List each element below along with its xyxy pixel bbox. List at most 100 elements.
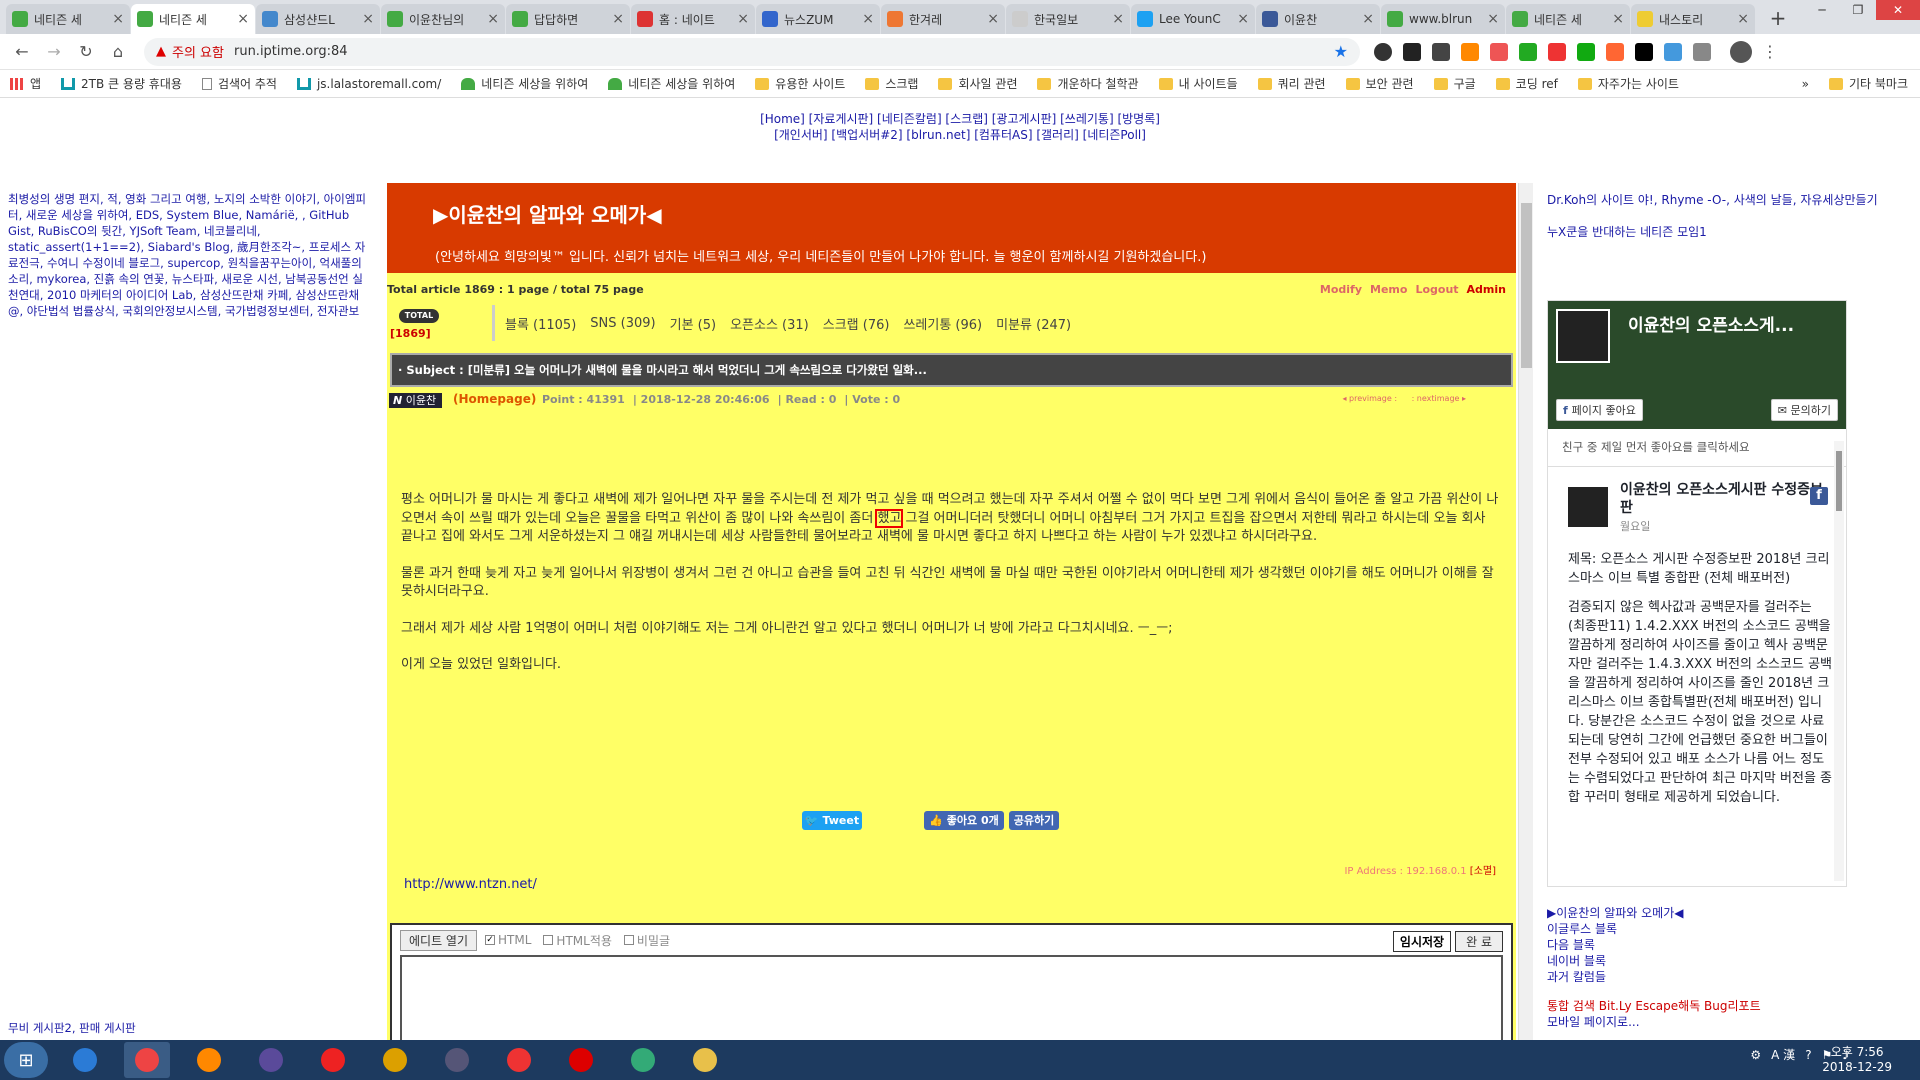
taskbar-app[interactable] [496,1042,542,1078]
tab-close-icon[interactable]: × [737,11,749,27]
fb-post-author[interactable]: 이윤찬의 오픈소스게시판 수정증보판 [1620,481,1832,517]
bookmark-item[interactable]: 쿼리 관련 [1257,75,1326,92]
taskbar-app[interactable] [558,1042,604,1078]
glasses-icon[interactable] [1403,42,1421,61]
profile-avatar[interactable] [1730,40,1752,63]
browser-tab[interactable]: 답답하면 × [506,4,630,34]
category-link[interactable]: 미분류 (247) [996,314,1071,333]
fb-page-name[interactable]: 이윤찬의 오픈소스게... [1628,311,1794,336]
fb-scrollbar-thumb[interactable] [1836,451,1842,511]
post-url-link[interactable]: http://www.ntzn.net/ [404,877,537,892]
rss-icon[interactable] [1461,42,1479,61]
browser-menu-icon[interactable]: ⋮ [1762,42,1778,61]
right-bottom-link[interactable]: 다음 블록 [1547,937,1907,953]
extension-icon[interactable] [1548,42,1566,61]
category-link[interactable]: 스크랩 (76) [823,314,890,333]
right-links-2[interactable]: 누X쿤을 반대하는 네티즌 모임1 [1547,223,1907,241]
tab-close-icon[interactable]: × [487,11,499,27]
browser-tab[interactable]: www.blrun × [1381,4,1505,34]
taskbar-app[interactable] [372,1042,418,1078]
top-nav-line-1[interactable]: [Home] [자료게시판] [네티즌칼럼] [스크랩] [광고게시판] [쓰레… [0,111,1920,127]
taskbar-app[interactable] [682,1042,728,1078]
extension-icon[interactable] [1577,42,1595,61]
taskbar-app[interactable] [186,1042,232,1078]
left-link-list[interactable]: 최병성의 생명 편지, 적, 영화 그리고 여행, 노지의 소박한 이야기, 아… [8,191,368,319]
bookmark-star-icon[interactable]: ★ [1334,42,1348,61]
total-badge[interactable]: TOTAL [399,309,439,323]
window-close-button[interactable]: ✕ [1876,0,1920,20]
browser-tab[interactable]: 이윤찬 × [1256,4,1380,34]
bookmark-item[interactable]: 앱 [10,75,41,92]
tab-close-icon[interactable]: × [612,11,624,27]
left-footer-links[interactable]: 무비 게시판2, 판매 게시판 [8,1020,136,1036]
tab-close-icon[interactable]: × [362,11,374,27]
page-scrollbar[interactable] [1518,183,1533,1040]
admin-link-admin[interactable]: Admin [1467,283,1506,296]
utility-links[interactable]: 통합 검색 Bit.Ly Escape해독 Bug리포트 [1547,998,1907,1014]
mobile-page-link[interactable]: 모바일 페이지로... [1547,1014,1907,1030]
browser-tab[interactable]: 삼성샨드L × [256,4,380,34]
comment-textarea[interactable] [400,955,1503,1040]
bookmark-item[interactable]: 스크랩 [865,75,918,92]
extension-icon[interactable] [1432,42,1450,61]
top-nav-line-2[interactable]: [개인서버] [백업서버#2] [blrun.net] [컴퓨터AS] [갤러리… [0,127,1920,143]
bookmark-item[interactable]: 검색어 추적 [201,75,277,92]
tab-close-icon[interactable]: × [987,11,999,27]
bookmark-item[interactable]: js.lalastoremall.com/ [296,77,441,91]
restore-button[interactable]: ❐ [1840,0,1876,20]
right-bottom-link[interactable]: 이글루스 블록 [1547,921,1907,937]
tab-close-icon[interactable]: × [1362,11,1374,27]
fb-message-button[interactable]: ✉ 문의하기 [1770,399,1838,421]
tab-close-icon[interactable]: × [237,11,249,27]
right-bottom-link[interactable]: ▶이윤찬의 알파와 오메가◀ [1547,905,1907,921]
taskbar-app[interactable] [248,1042,294,1078]
reload-button[interactable]: ↻ [72,38,100,66]
bookmark-item[interactable]: 코딩 ref [1495,75,1558,92]
category-link[interactable]: SNS (309) [590,316,655,331]
tweet-button[interactable]: 🐦 Tweet [802,811,862,830]
home-button[interactable]: ⌂ [104,38,132,66]
facebook-share-button[interactable]: 공유하기 [1009,811,1059,830]
tab-close-icon[interactable]: × [862,11,874,27]
bookmark-item[interactable]: 개운하다 철학관 [1037,75,1139,92]
tab-close-icon[interactable]: × [1237,11,1249,27]
page-profile-picture[interactable] [1556,309,1610,363]
network-icon[interactable]: ⚙ [1750,1048,1761,1062]
browser-tab[interactable]: 네티즌 세 × [131,4,255,34]
taskbar-app[interactable] [434,1042,480,1078]
next-link[interactable]: : nextimage ▸ [1412,394,1466,403]
right-links-1[interactable]: Dr.Koh의 사이트 야!, Rhyme -O-, 사색의 날들, 자유세상만… [1547,191,1907,209]
back-button[interactable]: ← [8,38,36,66]
right-bottom-link[interactable]: 네이버 블록 [1547,953,1907,969]
temp-save-button[interactable]: 임시저장 [1392,931,1452,952]
tab-close-icon[interactable]: × [112,11,124,27]
address-bar[interactable]: ▲ 주의 요함 run.iptime.org:84 ★ [144,37,1360,66]
browser-tab[interactable]: 홈 : 네이트 × [631,4,755,34]
bookmarks-more-button[interactable]: » [1802,77,1809,91]
tab-close-icon[interactable]: × [1487,11,1499,27]
category-link[interactable]: 쓰레기통 (96) [903,314,982,333]
taskbar-app[interactable] [620,1042,666,1078]
bookmark-item[interactable]: 구글 [1433,75,1476,92]
browser-tab[interactable]: 뉴스ZUM × [756,4,880,34]
right-bottom-link[interactable]: 과거 칼럼들 [1547,969,1907,985]
url-text[interactable]: run.iptime.org:84 [234,44,1334,59]
tab-close-icon[interactable]: × [1112,11,1124,27]
fb-like-page-button[interactable]: f 페이지 좋아요 [1556,399,1643,421]
help-icon[interactable]: ? [1805,1048,1811,1062]
facebook-like-button[interactable]: 👍 좋아요 0개 [924,811,1004,830]
evernote-icon[interactable] [1519,42,1537,61]
taskbar-app[interactable] [124,1042,170,1078]
html-apply-checkbox[interactable]: HTML적용 [543,932,612,949]
bookmark-item[interactable]: 회사일 관련 [938,75,1017,92]
bookmark-item[interactable]: 내 사이트들 [1158,75,1238,92]
ime-indicator[interactable]: A 漢 [1771,1046,1795,1063]
extension-icon[interactable] [1374,42,1392,61]
extension-icon[interactable] [1606,42,1624,61]
admin-link-logout[interactable]: Logout [1415,283,1458,296]
secret-checkbox[interactable]: 비밀글 [623,932,670,949]
extension-icon[interactable] [1664,42,1682,61]
browser-tab[interactable]: 내스토리 × [1631,4,1755,34]
bookmark-item[interactable]: 보안 관련 [1345,75,1414,92]
browser-tab[interactable]: 이윤찬님의 × [381,4,505,34]
